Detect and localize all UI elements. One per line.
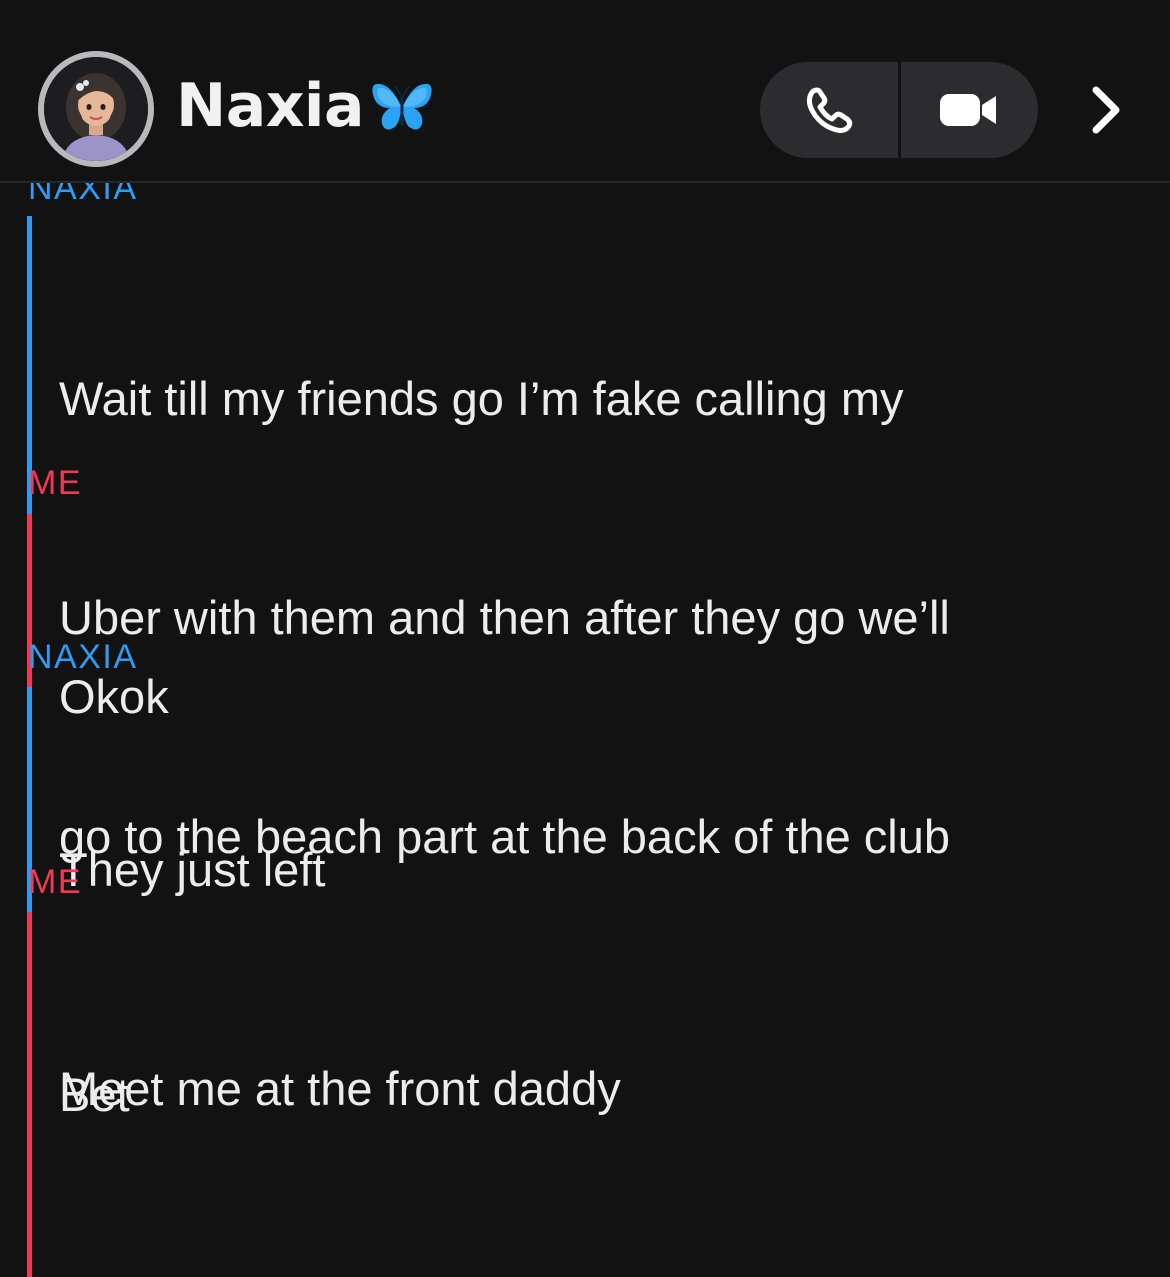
- call-button-group: [760, 62, 1038, 158]
- sender-label: ME: [28, 464, 82, 502]
- blue-butterfly-icon: [370, 78, 434, 136]
- avatar[interactable]: [38, 51, 154, 167]
- contact-name[interactable]: Naxia: [176, 68, 364, 144]
- sender-label: ME: [28, 863, 82, 901]
- message-line: Bet: [59, 1068, 130, 1121]
- phone-icon: [806, 87, 852, 133]
- video-call-button[interactable]: [901, 62, 1039, 158]
- message-bubble[interactable]: Bet: [27, 912, 1139, 1277]
- video-camera-icon: [940, 94, 997, 126]
- chat-header: Naxia: [0, 0, 1170, 183]
- message-line: They just left: [59, 843, 326, 896]
- audio-call-button[interactable]: [760, 62, 898, 158]
- chevron-right-icon[interactable]: [1082, 82, 1128, 138]
- message-line: Wait till my friends go I’m fake calling…: [59, 372, 904, 425]
- avatar-icon: [44, 57, 148, 161]
- sender-label: NAXIA: [28, 638, 138, 676]
